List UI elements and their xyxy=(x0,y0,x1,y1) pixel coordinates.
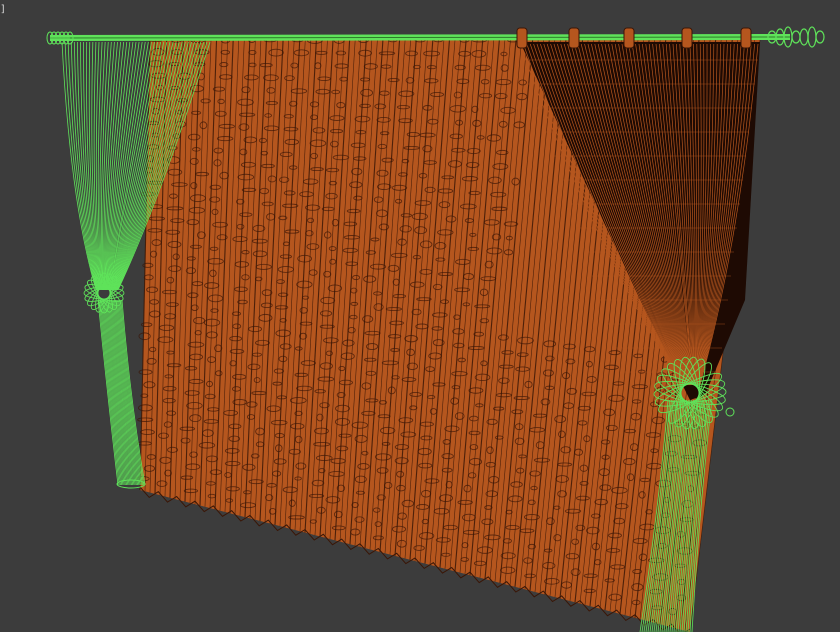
curtain-ring xyxy=(516,27,528,49)
curtain-ring xyxy=(740,27,752,49)
curtain-ring xyxy=(568,27,580,49)
viewport-corner-label: ] xyxy=(0,4,7,15)
left-sheer-fold-line xyxy=(107,41,143,291)
rod-right-finial xyxy=(807,26,817,48)
rod-right-finial xyxy=(799,28,809,46)
wireframe-scene xyxy=(46,26,825,632)
curtain-ring xyxy=(681,27,693,49)
viewport[interactable]: ] xyxy=(0,0,840,632)
rod-right-finial xyxy=(791,30,801,44)
rod-right-finial xyxy=(815,30,825,44)
curtain-ring xyxy=(623,27,635,49)
right-tieback-tassel xyxy=(725,407,735,417)
